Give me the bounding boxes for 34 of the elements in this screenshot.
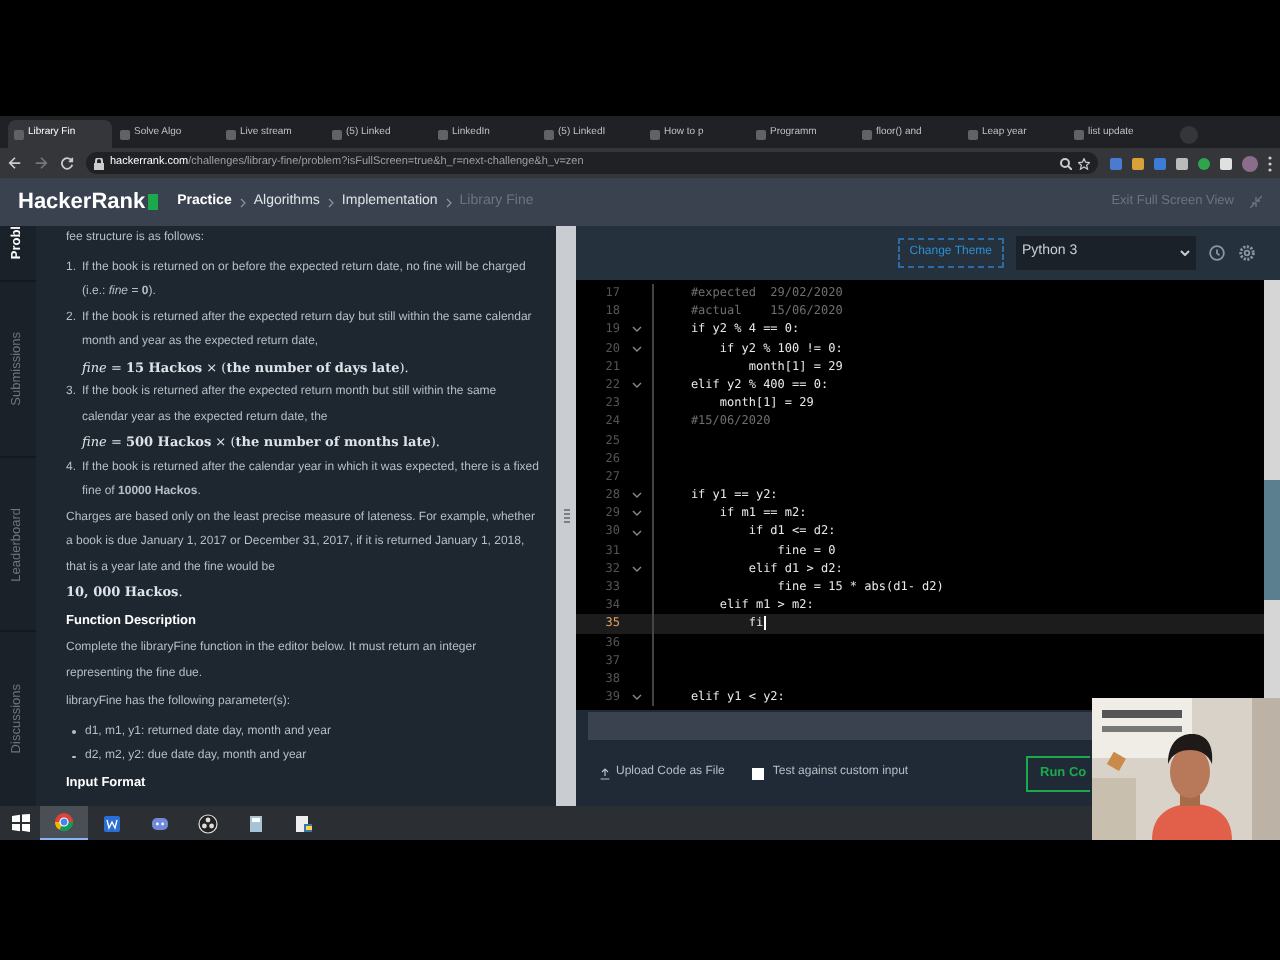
fold-icon[interactable] <box>631 492 641 499</box>
lock-icon <box>94 157 104 169</box>
word-processor-icon <box>102 813 122 833</box>
settings-icon[interactable] <box>1238 244 1256 262</box>
chevron-icon <box>239 197 246 207</box>
fold-icon[interactable] <box>631 326 641 333</box>
star-icon[interactable] <box>1078 157 1090 169</box>
browser-icon <box>54 812 74 832</box>
forward-icon[interactable] <box>34 156 48 170</box>
fold-icon[interactable] <box>631 565 641 572</box>
script-file-icon <box>294 813 314 833</box>
dropdown-caret-icon <box>1180 250 1190 256</box>
fold-icon[interactable] <box>631 382 641 389</box>
chevron-icon <box>327 197 334 207</box>
fold-icon[interactable] <box>631 529 641 536</box>
calculator-icon <box>246 813 266 833</box>
history-icon[interactable] <box>1208 244 1226 262</box>
resize-handle-icon[interactable] <box>563 508 569 524</box>
back-icon[interactable] <box>8 156 22 170</box>
reload-icon[interactable] <box>60 156 74 170</box>
upload-icon <box>600 767 610 779</box>
chat-app-icon <box>150 813 170 833</box>
fold-icon[interactable] <box>631 345 641 352</box>
windows-logo-icon[interactable] <box>11 814 29 832</box>
avatar-icon[interactable] <box>1242 155 1258 171</box>
fold-icon[interactable] <box>631 510 641 517</box>
chevron-icon <box>445 197 452 207</box>
zoom-icon[interactable] <box>1060 157 1072 169</box>
recorder-icon <box>198 813 218 833</box>
logo-text[interactable]: HackerRank <box>18 185 146 219</box>
scrollbar-thumb[interactable] <box>1264 480 1280 600</box>
fold-icon[interactable] <box>631 694 641 701</box>
logo-square-icon <box>147 194 158 210</box>
text-cursor <box>763 616 766 631</box>
